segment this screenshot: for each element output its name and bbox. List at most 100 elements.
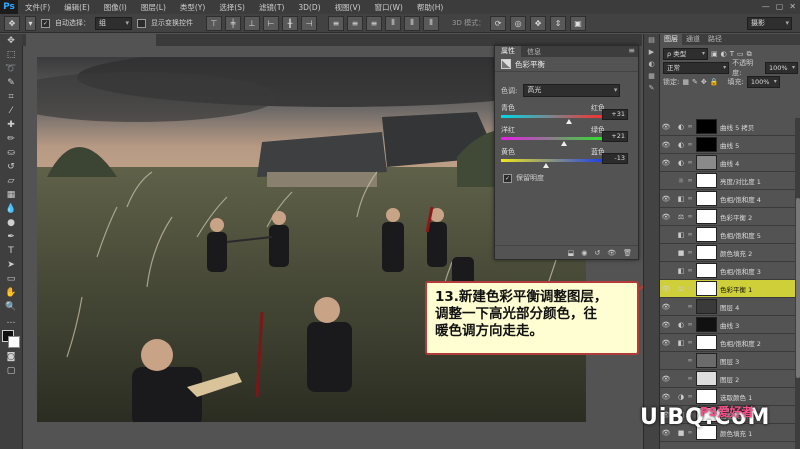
layer-row[interactable]: 👁 ◐ ∞ 曲线 5 xyxy=(660,136,800,154)
shape-tool-icon[interactable]: ▭ xyxy=(0,272,22,286)
visibility-eye-icon[interactable]: 👁 xyxy=(660,213,672,221)
menu-view[interactable]: 视图(V) xyxy=(328,2,368,13)
cyan-red-value[interactable]: +31 xyxy=(602,109,628,120)
mask-link-icon[interactable]: ∞ xyxy=(687,321,693,328)
visibility-eye-icon[interactable]: 👁 xyxy=(660,231,672,239)
lock-transparent-icon[interactable]: ▦ xyxy=(682,78,689,86)
visibility-eye-icon[interactable]: 👁 xyxy=(660,303,672,311)
layer-name[interactable]: 曲线 4 xyxy=(720,158,739,168)
distribute-3-icon[interactable]: ≡ xyxy=(366,15,382,31)
layer-name[interactable]: 选取颜色 1 xyxy=(720,392,752,402)
eyedropper-tool-icon[interactable]: ⁄ xyxy=(0,104,22,118)
move-tool-icon[interactable]: ✥ xyxy=(0,34,22,48)
mask-link-icon[interactable]: ∞ xyxy=(687,159,693,166)
layer-name[interactable]: 亮度/对比度 1 xyxy=(720,176,761,186)
align-bottom-icon[interactable]: ⊥ xyxy=(244,15,260,31)
tool-preset-icon[interactable]: ▾ xyxy=(25,15,36,31)
brush-tool-icon[interactable]: ✏ xyxy=(0,132,22,146)
menu-image[interactable]: 图像(I) xyxy=(97,2,134,13)
mask-link-icon[interactable]: ∞ xyxy=(687,195,693,202)
delete-icon[interactable]: 🗑 xyxy=(623,249,632,257)
history-icon[interactable]: ▤ xyxy=(644,34,659,46)
mask-link-icon[interactable]: ∞ xyxy=(687,141,693,148)
3d-roll-icon[interactable]: ◎ xyxy=(510,15,527,31)
layer-mask-thumbnail[interactable] xyxy=(696,389,717,404)
blend-mode-dropdown[interactable]: 正常 xyxy=(663,62,730,74)
layer-mask-thumbnail[interactable] xyxy=(696,191,717,206)
visibility-eye-icon[interactable]: 👁 xyxy=(660,375,672,383)
layer-filter-dropdown[interactable]: ρ 类型 xyxy=(663,48,708,60)
filter-type-icon[interactable]: T xyxy=(730,50,734,58)
magenta-green-thumb[interactable] xyxy=(560,141,567,146)
distribute-1-icon[interactable]: ≡ xyxy=(328,15,344,31)
maximize-button[interactable]: ▢ xyxy=(776,2,784,11)
eraser-tool-icon[interactable]: ▱ xyxy=(0,174,22,188)
layer-name[interactable]: 图层 3 xyxy=(720,356,739,366)
align-vcenter-icon[interactable]: ╪ xyxy=(225,15,241,31)
layer-mask-thumbnail[interactable] xyxy=(696,155,717,170)
auto-select-checkbox[interactable]: ✓ xyxy=(41,18,50,28)
visibility-eye-icon[interactable]: 👁 xyxy=(660,159,672,167)
layer-name[interactable]: 色相/饱和度 4 xyxy=(720,194,761,204)
menu-file[interactable]: 文件(F) xyxy=(18,2,57,13)
layer-mask-thumbnail[interactable] xyxy=(696,317,717,332)
menu-3d[interactable]: 3D(D) xyxy=(291,3,327,12)
zoom-tool-icon[interactable]: 🔍 xyxy=(0,300,22,314)
yellow-blue-thumb[interactable] xyxy=(543,163,550,168)
panel-menu-icon[interactable]: ≡ xyxy=(628,46,635,55)
3d-orbit-icon[interactable]: ⟳ xyxy=(490,15,507,31)
visibility-eye-icon[interactable]: 👁 xyxy=(660,285,672,293)
layer-mask-thumbnail[interactable] xyxy=(696,227,717,242)
layer-row[interactable]: 👁 ■∞ 颜色填充 2 xyxy=(660,244,800,262)
distribute-5-icon[interactable]: ⦀ xyxy=(404,15,420,31)
yellow-blue-slider[interactable]: 黄色 蓝色 xyxy=(501,147,605,168)
filter-pixel-icon[interactable]: ▣ xyxy=(711,50,718,58)
layer-name[interactable]: 曲线 5 拷贝 xyxy=(720,122,754,132)
tab-paths[interactable]: 路径 xyxy=(704,34,726,45)
clip-to-layer-icon[interactable]: ⬓ xyxy=(568,249,575,257)
visibility-eye-icon[interactable]: 👁 xyxy=(660,177,672,185)
layer-row[interactable]: 👁 ∞ 图层 3 xyxy=(660,352,800,370)
quick-select-tool-icon[interactable]: ✎ xyxy=(0,76,22,90)
mask-link-icon[interactable]: ∞ xyxy=(687,393,693,400)
marquee-tool-icon[interactable]: ⬚ xyxy=(0,48,22,62)
dodge-tool-icon[interactable]: ● xyxy=(0,216,22,230)
actions-icon[interactable]: ▶ xyxy=(644,46,659,58)
visibility-eye-icon[interactable]: 👁 xyxy=(660,357,672,365)
layer-row[interactable]: 👁 ◧ ∞ 色相/饱和度 2 xyxy=(660,334,800,352)
visibility-eye-icon[interactable]: 👁 xyxy=(660,141,672,149)
3d-scale-icon[interactable]: ▣ xyxy=(570,15,587,31)
mask-link-icon[interactable]: ∞ xyxy=(687,339,693,346)
toggle-visibility-icon[interactable]: 👁 xyxy=(607,249,616,257)
align-top-icon[interactable]: ⊤ xyxy=(206,15,222,31)
visibility-eye-icon[interactable]: 👁 xyxy=(660,393,672,401)
menu-edit[interactable]: 编辑(E) xyxy=(57,2,97,13)
layer-name[interactable]: 颜色填充 2 xyxy=(720,248,752,258)
mask-link-icon[interactable]: ∞ xyxy=(687,429,693,436)
3d-pan-icon[interactable]: ✥ xyxy=(530,15,547,31)
tab-layers[interactable]: 图层 xyxy=(660,34,682,45)
layer-row[interactable]: 👁 ◐ ∞ 曲线 5 拷贝 xyxy=(660,118,800,136)
adjustments-icon[interactable]: ◐ xyxy=(644,58,659,70)
mask-link-icon[interactable]: ∞ xyxy=(687,177,693,184)
mask-link-icon[interactable]: ∞ xyxy=(687,357,693,364)
move-tool-icon[interactable]: ✥ xyxy=(4,15,20,31)
type-tool-icon[interactable]: T xyxy=(0,244,22,258)
mask-link-icon[interactable]: ∞ xyxy=(687,231,693,238)
color-swatches[interactable] xyxy=(2,330,20,348)
menu-type[interactable]: 类型(Y) xyxy=(173,2,212,13)
visibility-eye-icon[interactable]: 👁 xyxy=(660,123,672,131)
layer-name[interactable]: 色彩平衡 2 xyxy=(720,212,752,222)
lock-pixels-icon[interactable]: ✎ xyxy=(692,78,698,86)
layer-mask-thumbnail[interactable] xyxy=(696,173,717,188)
lock-position-icon[interactable]: ✥ xyxy=(701,78,707,86)
layer-mask-thumbnail[interactable] xyxy=(696,353,717,368)
layer-mask-thumbnail[interactable] xyxy=(696,119,717,134)
tone-dropdown[interactable]: 高光 xyxy=(523,84,621,97)
preserve-luminosity-checkbox[interactable]: ✓ xyxy=(503,173,512,183)
filter-shape-icon[interactable]: ▭ xyxy=(737,50,744,58)
layer-name[interactable]: 曲线 3 xyxy=(720,320,739,330)
opacity-input[interactable]: 100% xyxy=(765,62,798,74)
filter-adjust-icon[interactable]: ◐ xyxy=(721,50,727,58)
menu-filter[interactable]: 滤镜(T) xyxy=(252,2,291,13)
